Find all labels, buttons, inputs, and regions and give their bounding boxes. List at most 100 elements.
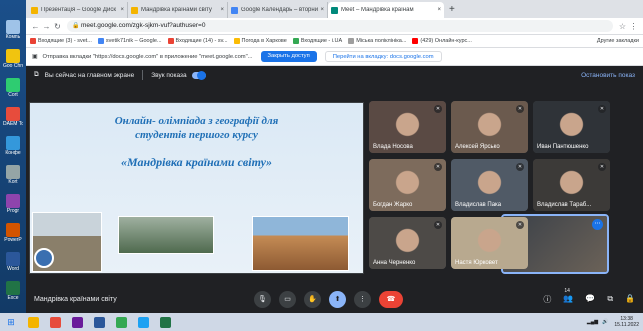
desktop-icon-label: Cort [8,92,18,98]
volume-icon[interactable]: 🔊 [602,319,608,325]
logo [34,248,54,268]
participant-tile[interactable]: ✕ Влада Носова [369,101,446,153]
bookmark-item[interactable]: Входящие (14) - sv... [167,38,228,44]
close-tab-icon[interactable]: × [118,7,124,13]
bookmark-icon [233,38,240,44]
app-icon [6,20,20,34]
participant-name: Анна Черненко [373,260,416,266]
desktop-icon[interactable]: DAEM Tool [3,107,23,137]
taskbar-app[interactable] [132,314,154,330]
go-to-tab-button[interactable]: Перейти на вкладку: docs.google.com [324,51,442,62]
url-field[interactable]: 🔒 meet.google.com/zgk-sjkm-vuf?authuser=… [67,20,613,32]
taskbar-app[interactable] [22,314,44,330]
control-bar: Мандрівка країнами світу 🎙 ▭ ✋ ⬆ ⋮ ☎ ⓘ 1… [26,285,643,313]
participant-tile[interactable]: ✕ Анна Черненко [369,217,446,269]
clock[interactable]: 13:38 15.11.2022 [614,316,639,328]
bookmark-item[interactable]: (429) Онлайн-курс... [412,38,472,44]
slide-title-line-3: «Мандрівка країнами світу» [121,155,272,169]
desktop-icon[interactable]: Progr [3,194,23,224]
close-tab-icon[interactable]: × [435,7,441,13]
new-tab-button[interactable]: + [444,2,460,18]
presenting-label: Вы сейчас на главном экране [44,71,135,79]
camera-button[interactable]: ▭ [279,290,296,308]
desktop-icon[interactable]: PowerP [3,223,23,253]
desktop-icon[interactable]: Goo Chro [3,49,23,79]
more-options-icon[interactable]: ⋯ [592,219,603,230]
browser-tab[interactable]: Google Календарь – вторник, 15 ...× [228,2,328,18]
browser-tab[interactable]: Презентація – Google Диск × [28,2,128,18]
bookmark-item[interactable]: Входящие - i.UA [292,38,342,44]
taskbar-app[interactable] [154,314,176,330]
infobar-text: Отправка вкладки "https://docs.google.co… [42,53,253,60]
desktop-icon[interactable]: Конфе [3,136,23,166]
bookmarks-bar: Входящие (3) - svet... svetik71nik – Goog… [26,35,643,48]
bookmark-icon [292,38,299,44]
host-controls-icon[interactable]: 🔒 [625,294,635,305]
more-button[interactable]: ⋮ [354,290,371,308]
participant-tile[interactable]: ✕ Настя Юрковет [451,217,528,269]
sound-toggle[interactable] [191,70,206,80]
bookmark-icon [348,38,355,44]
browser-tab[interactable]: Meet – Мандрівка країнам × [328,2,444,18]
taskbar-app[interactable] [88,314,110,330]
bookmark-item[interactable]: Міська поліклініка... [348,38,406,44]
desktop-icon[interactable]: Cort [3,78,23,108]
desktop-icon[interactable]: Компь [3,20,23,50]
star-icon[interactable]: ☆ [617,22,628,31]
desktop-icon[interactable]: Exce [3,281,23,311]
participant-tile[interactable]: ✕ Богдан Жарко [369,159,446,211]
present-icon: ⧉ [34,71,39,78]
present-button[interactable]: ⬆ [329,290,346,308]
desktop-icon[interactable]: Word [3,252,23,282]
close-tab-icon[interactable]: × [318,7,324,13]
stop-sharing-button[interactable]: Закрыть доступ [260,51,317,62]
desktop-icon[interactable]: Kort [3,165,23,195]
bookmark-item[interactable]: svetik71nik – Google... [97,38,162,44]
browser-window: Презентація – Google Диск × Мандрівка краї… [26,0,643,313]
taskbar-app[interactable] [66,314,88,330]
tab-label: Презентація – Google Диск [41,7,116,13]
activities-icon[interactable]: ⧉ [607,294,613,305]
taskbar-app[interactable] [110,314,132,330]
clock-date: 15.11.2022 [614,322,639,328]
mic-off-icon: ✕ [516,221,524,229]
desktop-icon-label: Конфе [5,150,21,156]
raise-hand-button[interactable]: ✋ [304,290,321,308]
participant-tile[interactable]: ✕ Алексей Ярсько [451,101,528,153]
app-icon [6,49,20,63]
favicon-icon [331,6,338,14]
browser-tab[interactable]: Мандрівка країнами світу × [128,2,228,18]
bookmark-item[interactable]: Погода в Харкове [233,38,287,44]
end-call-button[interactable]: ☎ [379,290,403,308]
bookmark-label: svetik71nik – Google... [105,38,162,44]
people-icon[interactable]: 14 👥 [563,288,573,305]
mic-button[interactable]: 🎙 [254,290,271,308]
bookmark-item[interactable]: Входящие (3) - svet... [30,38,92,44]
forward-icon[interactable]: → [41,22,52,31]
app-icon [137,316,149,328]
bookmark-icon [97,38,104,44]
close-tab-icon[interactable]: × [218,7,224,13]
reload-icon[interactable]: ↻ [52,22,63,31]
desktop-icon-label: Kort [8,179,18,185]
people-count: 14 [564,287,570,294]
network-icon[interactable]: ▂▄▆ [587,319,598,325]
extensions-icon[interactable]: ⋮ [628,22,639,31]
participant-tile[interactable]: ✕ Иван Пантюшенко [533,101,610,153]
participant-tile[interactable]: ✕ Владислав Пака [451,159,528,211]
bookmark-icon [167,38,174,44]
info-icon[interactable]: ⓘ [543,294,551,305]
other-bookmarks[interactable]: Другие закладки [597,38,639,44]
stop-presenting-button[interactable]: Остановить показ [581,72,635,79]
sound-label: Звук показа [151,71,187,79]
address-bar-row: ← → ↻ 🔒 meet.google.com/zgk-sjkm-vuf?aut… [26,18,643,35]
taskbar-app[interactable] [44,314,66,330]
sharing-infobar: ▣ Отправка вкладки "https://docs.google.… [26,48,643,66]
app-icon [159,316,171,328]
favicon-icon [231,6,238,14]
back-icon[interactable]: ← [30,22,41,31]
desktop-icon-label: Exce [7,295,19,301]
start-button[interactable]: ⊞ [0,313,22,331]
chat-icon[interactable]: 💬 [585,294,595,305]
participant-tile[interactable]: ✕ Владислав Тараб... [533,159,610,211]
